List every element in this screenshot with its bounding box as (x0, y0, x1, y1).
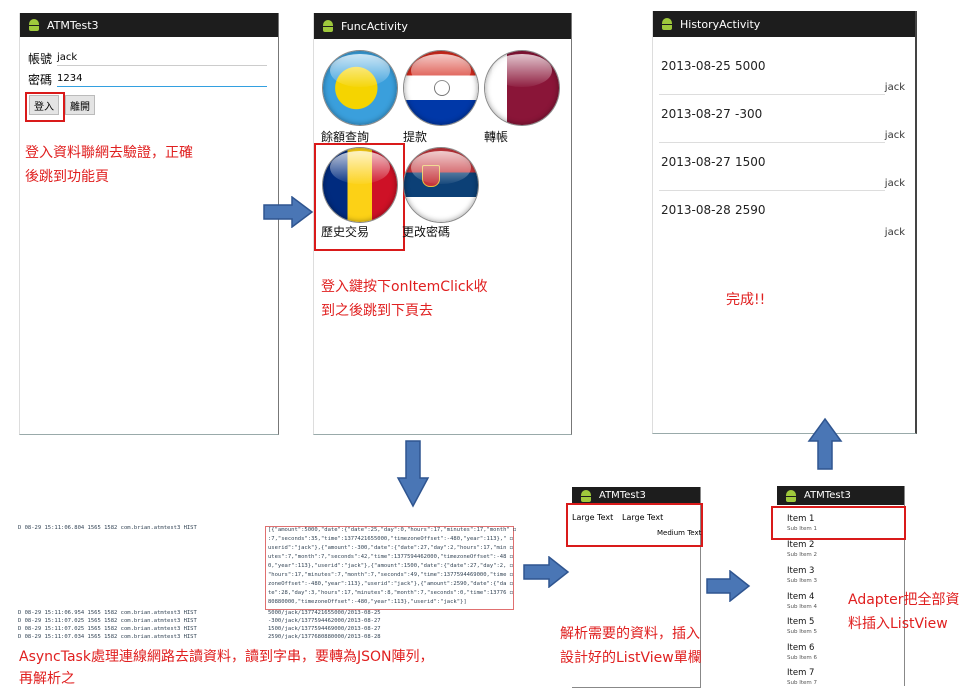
row-layout-titlebar: ATMTest3 (572, 487, 700, 504)
history-row-user: jack (884, 130, 905, 141)
history-titlebar: HistoryActivity (653, 11, 915, 37)
account-field[interactable]: jack (57, 52, 267, 66)
log-message: -300/jack/1377594462000/2013-08-27 (268, 618, 381, 624)
list-item-title[interactable]: Item 4 (787, 592, 814, 602)
history-row-divider (659, 142, 885, 143)
log-note-line2: 再解析之 (19, 671, 75, 687)
func-note-line1: 登入鍵按下onItemClick收 (321, 279, 488, 295)
list-item-subtitle: Sub Item 7 (787, 680, 817, 686)
log-row: D 08-29 15:11:07.025 1565 1582 com.brian… (18, 626, 197, 632)
login-note-line2: 後跳到功能頁 (25, 169, 109, 185)
list-item-subtitle: Sub Item 4 (787, 604, 817, 610)
history-row-date: 2013-08-28 (661, 203, 731, 217)
login-titlebar: ATMTest3 (20, 13, 278, 37)
log-message: 5000/jack/1377421655000/2013-08-25 (268, 610, 381, 616)
list-item-subtitle: Sub Item 6 (787, 655, 817, 661)
android-icon (785, 489, 797, 502)
login-screen: ATMTest3 帳號 jack 密碼 1234 登入 離開 登入資料聯網去驗證… (19, 13, 279, 435)
login-note-line1: 登入資料聯網去驗證，正確 (25, 145, 193, 161)
func-title: FuncActivity (341, 19, 408, 33)
func-note-line2: 到之後跳到下頁去 (321, 303, 433, 319)
list-title: ATMTest3 (804, 490, 851, 501)
log-message: 1500/jack/1377594469000/2013-08-27 (268, 626, 381, 632)
list-item-title[interactable]: Item 7 (787, 668, 814, 678)
json-line: 80880000,"timezoneOffset":-480,"year":11… (268, 599, 467, 605)
list-titlebar: ATMTest3 (777, 486, 904, 505)
func-item-change-password[interactable]: 更改密碼 (402, 223, 450, 240)
history-row-amount: -300 (735, 107, 763, 121)
arrow-up (807, 417, 843, 470)
list-note-line1: Adapter把全部資 (848, 592, 960, 608)
log-row: D 08-29 15:11:06.954 1565 1582 com.brian… (18, 610, 197, 616)
func-titlebar: FuncActivity (314, 13, 571, 39)
withdraw-flag-icon[interactable] (404, 51, 478, 125)
arrow-down (396, 440, 430, 508)
large-text-2: Large Text (622, 513, 664, 522)
arrow-right-3 (706, 570, 751, 602)
history-row-amount: 1500 (735, 155, 766, 169)
list-item-subtitle: Sub Item 5 (787, 629, 817, 635)
history-screen: HistoryActivity 2013-08-25 5000 jack 201… (652, 11, 917, 434)
login-button[interactable]: 登入 (29, 95, 59, 115)
func-item-history[interactable]: 歷史交易 (321, 223, 369, 240)
android-icon (661, 18, 673, 30)
log-row: D 08-29 15:11:07.025 1565 1582 com.brian… (18, 618, 197, 624)
login-title: ATMTest3 (47, 18, 99, 32)
history-row-amount: 5000 (735, 59, 766, 73)
transfer-flag-icon[interactable] (485, 51, 559, 125)
history-row-date: 2013-08-27 (661, 107, 731, 121)
func-screen: FuncActivity 餘額查詢 提款 轉帳 歷史交易 更改密碼 登入鍵按下o… (313, 13, 572, 435)
android-icon (28, 19, 40, 31)
row-layout-highlight (566, 503, 703, 547)
android-icon (580, 489, 592, 502)
log-row: D 08-29 15:11:06.804 1565 1582 com.brian… (18, 525, 197, 531)
log-panel: D 08-29 15:11:06.804 1565 1582 com.brian… (0, 515, 520, 645)
password-label: 密碼 (28, 73, 53, 87)
row-layout-note-line2: 設計好的ListView單欄 (560, 650, 702, 666)
list-item-subtitle: Sub Item 1 (787, 526, 817, 532)
password-field[interactable]: 1234 (57, 73, 267, 87)
list-screen: ATMTest3 Item 1 Sub Item 1 Item 2 Sub It… (771, 486, 906, 686)
func-item-transfer[interactable]: 轉帳 (484, 128, 508, 145)
history-note: 完成!! (726, 292, 766, 308)
history-row-date: 2013-08-27 (661, 155, 731, 169)
log-row: D 08-29 15:11:07.034 1565 1582 com.brian… (18, 634, 197, 640)
list-item-subtitle: Sub Item 3 (787, 578, 817, 584)
change-password-flag-icon[interactable] (404, 148, 478, 222)
list-note: Adapter把全部資 料插入ListView (848, 588, 960, 636)
log-note-line1: AsyncTask處理連線網路去讀資料，讀到字串，要轉為JSON陣列， (19, 649, 434, 665)
large-text-1: Large Text (572, 513, 614, 522)
row-layout-note-line1: 解析需要的資料，插入 (560, 626, 700, 642)
android-icon (322, 20, 334, 32)
func-note: 登入鍵按下onItemClick收 到之後跳到下頁去 (321, 275, 488, 323)
history-row-user: jack (884, 82, 905, 93)
history-row-divider (659, 94, 885, 95)
balance-flag-icon[interactable] (323, 51, 397, 125)
list-item-title[interactable]: Item 1 (787, 514, 814, 524)
history-row-user: jack (884, 178, 905, 189)
history-row-amount: 2590 (735, 203, 766, 217)
row-layout-title: ATMTest3 (599, 490, 646, 501)
list-item-title[interactable]: Item 5 (787, 617, 814, 627)
list-item-title[interactable]: Item 2 (787, 540, 814, 550)
list-note-line2: 料插入ListView (848, 616, 948, 632)
row-layout-note: 解析需要的資料，插入 設計好的ListView單欄 (560, 622, 702, 670)
list-item-title[interactable]: Item 3 (787, 566, 814, 576)
log-message: 2590/jack/1377680880000/2013-08-28 (268, 634, 381, 640)
account-label: 帳號 (28, 52, 53, 66)
history-flag-icon[interactable] (323, 148, 397, 222)
func-item-withdraw[interactable]: 提款 (403, 128, 427, 145)
medium-text: Medium Text (657, 529, 702, 537)
login-note: 登入資料聯網去驗證，正確 後跳到功能頁 (25, 141, 193, 189)
history-title: HistoryActivity (680, 17, 761, 31)
list-item-subtitle: Sub Item 2 (787, 552, 817, 558)
history-row-date: 2013-08-25 (661, 59, 731, 73)
arrow-right-1 (263, 196, 314, 228)
history-row-user: jack (884, 227, 905, 238)
exit-button[interactable]: 離開 (65, 95, 95, 115)
list-item-title[interactable]: Item 6 (787, 643, 814, 653)
log-note: AsyncTask處理連線網路去讀資料，讀到字串，要轉為JSON陣列， 再解析之 (19, 646, 433, 690)
history-row-divider (659, 190, 885, 191)
arrow-right-2 (523, 556, 570, 588)
